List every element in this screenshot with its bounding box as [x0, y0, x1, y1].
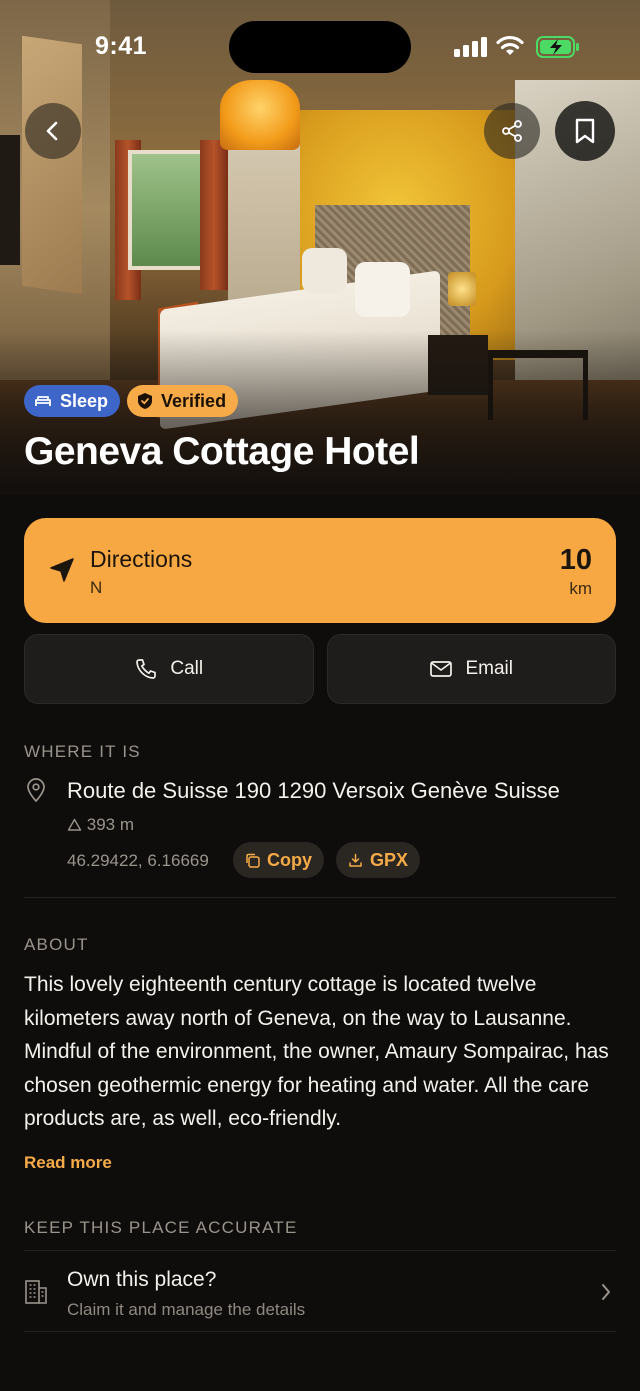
read-more-link[interactable]: Read more: [24, 1153, 112, 1173]
elevation: 393 m: [67, 815, 134, 835]
copy-icon: [246, 853, 260, 868]
badge-sleep: Sleep: [24, 385, 121, 417]
share-icon: [502, 120, 522, 142]
navigation-arrow-icon: [50, 558, 74, 582]
badge-verified-label: Verified: [161, 390, 227, 411]
chevron-left-icon: [46, 121, 58, 141]
coordinates: 46.29422, 6.16669: [67, 851, 209, 870]
chevron-right-icon: [602, 1284, 610, 1300]
divider: [24, 897, 616, 898]
where-section-title: WHERE IT IS: [24, 742, 141, 761]
category-badges: Sleep Verified: [24, 385, 239, 417]
directions-heading: N: [90, 578, 103, 597]
claim-subtitle: Claim it and manage the details: [67, 1300, 306, 1319]
phone-icon: [136, 659, 157, 679]
call-button[interactable]: Call: [24, 634, 314, 704]
download-icon: [349, 853, 362, 867]
badge-sleep-label: Sleep: [60, 390, 109, 411]
back-button[interactable]: [25, 103, 81, 159]
email-label: Email: [465, 658, 513, 679]
email-button[interactable]: Email: [326, 634, 616, 704]
dynamic-island: [229, 21, 411, 73]
elevation-triangle-icon: [67, 818, 82, 831]
share-button[interactable]: [484, 103, 540, 159]
directions-unit: km: [569, 579, 592, 598]
hero-photo: [0, 0, 640, 495]
cellular-signal-icon: [454, 37, 488, 57]
directions-button[interactable]: Directions N 10 km: [24, 518, 616, 623]
claim-place-row[interactable]: Own this place? Claim it and manage the …: [24, 1250, 616, 1332]
bed-icon: [35, 396, 51, 406]
place-title: Geneva Cottage Hotel: [24, 430, 420, 473]
about-text: This lovely eighteenth century cottage i…: [24, 973, 609, 1130]
elevation-value: 393 m: [86, 815, 134, 834]
bookmark-button[interactable]: [555, 101, 615, 161]
shield-check-icon: [138, 393, 153, 409]
gpx-label: GPX: [370, 849, 409, 870]
directions-distance: 10: [559, 544, 592, 576]
badge-verified: Verified: [127, 385, 239, 417]
directions-label: Directions: [90, 546, 193, 572]
copy-label: Copy: [267, 849, 312, 870]
building-icon: [25, 1280, 47, 1304]
address-text[interactable]: Route de Suisse 190 1290 Versoix Genève …: [67, 778, 560, 804]
call-label: Call: [170, 658, 204, 679]
map-pin-icon: [27, 778, 45, 803]
about-section-title: ABOUT: [24, 935, 89, 954]
claim-title: Own this place?: [67, 1268, 217, 1291]
wifi-icon: [496, 35, 524, 55]
mail-icon: [430, 661, 453, 677]
copy-coordinates-button[interactable]: Copy: [233, 842, 324, 878]
gpx-download-button[interactable]: GPX: [336, 842, 421, 878]
status-time: 9:41: [95, 32, 148, 60]
contact-actions: Call Email: [24, 634, 616, 704]
battery-charging-icon: [536, 36, 579, 58]
bookmark-icon: [575, 118, 595, 144]
accuracy-section-title: KEEP THIS PLACE ACCURATE: [24, 1218, 298, 1237]
